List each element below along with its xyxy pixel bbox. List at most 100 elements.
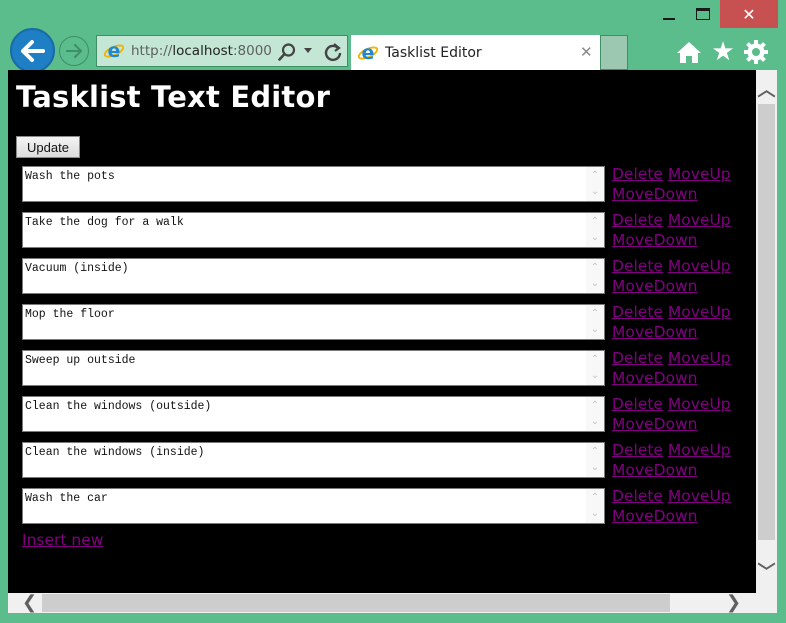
task-textarea[interactable]: Sweep up outside: [22, 350, 605, 386]
delete-link[interactable]: Delete: [612, 165, 663, 183]
move-down-link[interactable]: MoveDown: [612, 415, 698, 433]
task-row: Sweep up outside ⌃ ⌄ Delete MoveUp MoveDown: [22, 349, 742, 387]
tab-close-icon[interactable]: ✕: [580, 43, 593, 61]
textarea-scroll-down-icon[interactable]: ⌄: [591, 185, 599, 199]
textarea-scrollbar[interactable]: ⌃ ⌄: [586, 305, 604, 339]
search-icon[interactable]: [277, 42, 297, 62]
move-up-link[interactable]: MoveUp: [668, 487, 731, 505]
minimize-icon: [663, 18, 675, 20]
textarea-scroll-up-icon[interactable]: ⌃: [591, 261, 599, 275]
textarea-scrollbar[interactable]: ⌃ ⌄: [586, 397, 604, 431]
task-actions: Delete MoveUp MoveDown: [612, 211, 752, 250]
scroll-left-arrow-icon[interactable]: ❮: [22, 593, 37, 613]
delete-link[interactable]: Delete: [612, 303, 663, 321]
textarea-scrollbar[interactable]: ⌃ ⌄: [586, 443, 604, 477]
back-button[interactable]: [10, 28, 55, 73]
textarea-scroll-down-icon[interactable]: ⌄: [591, 277, 599, 291]
move-down-link[interactable]: MoveDown: [612, 369, 698, 387]
horizontal-scrollbar[interactable]: ❮ ❯: [8, 593, 777, 613]
textarea-scroll-up-icon[interactable]: ⌃: [591, 169, 599, 183]
textarea-scroll-up-icon[interactable]: ⌃: [591, 307, 599, 321]
textarea-scroll-down-icon[interactable]: ⌄: [591, 369, 599, 383]
task-row: Wash the pots ⌃ ⌄ Delete MoveUp MoveDown: [22, 165, 742, 203]
vertical-scrollbar[interactable]: ︿ ﹀: [756, 70, 777, 593]
textarea-scrollbar[interactable]: ⌃ ⌄: [586, 213, 604, 247]
update-button[interactable]: Update: [16, 136, 80, 158]
close-icon: ✕: [742, 4, 756, 24]
textarea-scrollbar[interactable]: ⌃ ⌄: [586, 167, 604, 201]
insert-new-link[interactable]: Insert new: [22, 531, 103, 549]
task-actions: Delete MoveUp MoveDown: [612, 303, 752, 342]
textarea-scrollbar[interactable]: ⌃ ⌄: [586, 259, 604, 293]
ie-logo-icon: e: [103, 40, 125, 62]
task-textarea[interactable]: Clean the windows (outside): [22, 396, 605, 432]
favorites-star-icon[interactable]: ★: [709, 38, 737, 66]
task-textarea[interactable]: Vacuum (inside): [22, 258, 605, 294]
address-url[interactable]: http://localhost:8000: [131, 43, 272, 59]
refresh-icon[interactable]: [323, 41, 343, 63]
home-icon[interactable]: [675, 38, 703, 66]
task-actions: Delete MoveUp MoveDown: [612, 487, 752, 526]
task-textarea[interactable]: Wash the car: [22, 488, 605, 524]
maximize-icon: [696, 8, 710, 20]
address-dropdown-icon[interactable]: [304, 48, 312, 53]
task-textarea[interactable]: Wash the pots: [22, 166, 605, 202]
textarea-scroll-up-icon[interactable]: ⌃: [591, 399, 599, 413]
textarea-scroll-down-icon[interactable]: ⌄: [591, 461, 599, 475]
textarea-scroll-down-icon[interactable]: ⌄: [591, 231, 599, 245]
textarea-scroll-down-icon[interactable]: ⌄: [591, 415, 599, 429]
tab-tasklist-editor[interactable]: e Tasklist Editor ✕: [351, 35, 601, 70]
move-down-link[interactable]: MoveDown: [612, 323, 698, 341]
move-up-link[interactable]: MoveUp: [668, 165, 731, 183]
forward-arrow-icon: [66, 44, 82, 58]
delete-link[interactable]: Delete: [612, 487, 663, 505]
delete-link[interactable]: Delete: [612, 441, 663, 459]
move-up-link[interactable]: MoveUp: [668, 257, 731, 275]
address-bar[interactable]: e http://localhost:8000: [96, 35, 348, 67]
delete-link[interactable]: Delete: [612, 211, 663, 229]
task-textarea[interactable]: Mop the floor: [22, 304, 605, 340]
page-viewport: Tasklist Text Editor Update Wash the pot…: [8, 70, 756, 593]
move-down-link[interactable]: MoveDown: [612, 507, 698, 525]
textarea-scroll-up-icon[interactable]: ⌃: [591, 353, 599, 367]
textarea-scroll-down-icon[interactable]: ⌄: [591, 507, 599, 521]
move-up-link[interactable]: MoveUp: [668, 211, 731, 229]
url-scheme: http://: [131, 43, 173, 59]
textarea-scroll-up-icon[interactable]: ⌃: [591, 445, 599, 459]
move-up-link[interactable]: MoveUp: [668, 303, 731, 321]
scroll-right-arrow-icon[interactable]: ❯: [726, 593, 741, 613]
move-up-link[interactable]: MoveUp: [668, 441, 731, 459]
move-down-link[interactable]: MoveDown: [612, 185, 698, 203]
settings-gear-icon[interactable]: [742, 38, 770, 66]
horizontal-scroll-thumb[interactable]: [42, 594, 670, 612]
delete-link[interactable]: Delete: [612, 395, 663, 413]
textarea-scrollbar[interactable]: ⌃ ⌄: [586, 489, 604, 523]
forward-button[interactable]: [59, 36, 89, 66]
move-up-link[interactable]: MoveUp: [668, 395, 731, 413]
textarea-scroll-up-icon[interactable]: ⌃: [591, 491, 599, 505]
close-window-button[interactable]: ✕: [720, 0, 778, 28]
textarea-scroll-down-icon[interactable]: ⌄: [591, 323, 599, 337]
task-textarea[interactable]: Clean the windows (inside): [22, 442, 605, 478]
vertical-scroll-thumb[interactable]: [758, 104, 775, 540]
scroll-down-arrow-icon[interactable]: ﹀: [756, 558, 777, 584]
move-down-link[interactable]: MoveDown: [612, 231, 698, 249]
url-port: :8000: [232, 43, 272, 59]
task-row: Mop the floor ⌃ ⌄ Delete MoveUp MoveDown: [22, 303, 742, 341]
minimize-button[interactable]: [652, 0, 686, 28]
maximize-button[interactable]: [686, 0, 720, 28]
task-row: Wash the car ⌃ ⌄ Delete MoveUp MoveDown: [22, 487, 742, 525]
move-down-link[interactable]: MoveDown: [612, 277, 698, 295]
scroll-up-arrow-icon[interactable]: ︿: [756, 76, 777, 102]
task-textarea[interactable]: Take the dog for a walk: [22, 212, 605, 248]
move-up-link[interactable]: MoveUp: [668, 349, 731, 367]
task-actions: Delete MoveUp MoveDown: [612, 257, 752, 296]
delete-link[interactable]: Delete: [612, 349, 663, 367]
delete-link[interactable]: Delete: [612, 257, 663, 275]
move-down-link[interactable]: MoveDown: [612, 461, 698, 479]
textarea-scrollbar[interactable]: ⌃ ⌄: [586, 351, 604, 385]
textarea-scroll-up-icon[interactable]: ⌃: [591, 215, 599, 229]
task-row: Clean the windows (inside) ⌃ ⌄ Delete MoveU…: [22, 441, 742, 479]
page-title: Tasklist Text Editor: [16, 80, 331, 114]
new-tab-button[interactable]: [600, 35, 628, 70]
